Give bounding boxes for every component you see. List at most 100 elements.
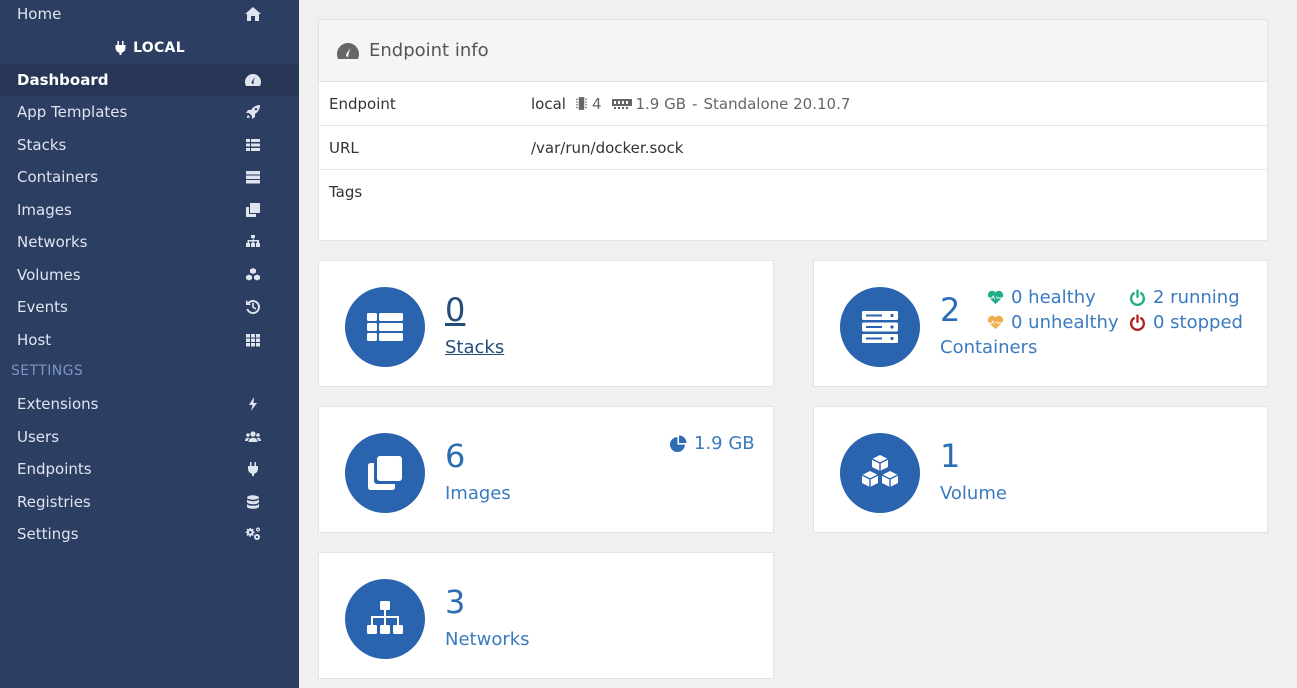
volumes-label: Volume (940, 483, 1007, 504)
networks-card[interactable]: 3 Networks (318, 552, 774, 679)
separator: - (692, 94, 698, 113)
sidebar-item-stacks[interactable]: Stacks (0, 129, 299, 161)
volumes-circle (840, 433, 920, 513)
url-row: URL /var/run/docker.sock (319, 126, 1267, 170)
sidebar-item-label: Images (17, 201, 72, 219)
stopped-text: 0 stopped (1153, 312, 1243, 333)
unhealthy-text: 0 unhealthy (1011, 312, 1119, 333)
images-size: 1.9 GB (694, 433, 755, 454)
microchip-icon (575, 97, 587, 110)
healthy-stat: 0 healthy (987, 287, 1096, 308)
settings-section-header: SETTINGS (11, 363, 84, 379)
power-off-icon (1129, 289, 1146, 306)
sidebar-item-extensions[interactable]: Extensions (0, 388, 299, 420)
power-off-icon (1129, 314, 1146, 331)
history-icon (244, 298, 262, 316)
sidebar-item-home[interactable]: Home (0, 0, 299, 30)
unhealthy-stat: 0 unhealthy (987, 312, 1119, 333)
volumes-count: 1 (940, 437, 961, 475)
sidebar-item-label: Home (17, 5, 62, 23)
cogs-icon (244, 525, 262, 543)
cpu-count: 4 (591, 94, 602, 113)
sitemap-icon (367, 601, 403, 634)
endpoint-name: local (531, 94, 566, 113)
sidebar-item-label: Endpoints (17, 460, 92, 478)
pie-chart-icon (670, 435, 687, 452)
sidebar: Home LOCAL Dashboard App Templates Stack… (0, 0, 299, 688)
sidebar-item-host[interactable]: Host (0, 324, 299, 356)
cubes-icon (861, 455, 899, 487)
th-icon (244, 331, 262, 349)
images-size-stat: 1.9 GB (670, 433, 755, 454)
plug-icon (115, 41, 126, 55)
stopped-stat: 0 stopped (1129, 312, 1243, 333)
sidebar-item-label: Extensions (17, 395, 99, 413)
memory-size: 1.9 GB (635, 94, 687, 113)
sidebar-item-label: Host (17, 331, 52, 349)
images-label: Images (445, 483, 511, 504)
stacks-label[interactable]: Stacks (445, 337, 504, 358)
endpoint-info-title: Endpoint info (369, 40, 489, 61)
stacks-circle (345, 287, 425, 367)
sidebar-item-label: Networks (17, 233, 88, 251)
sidebar-item-label: Users (17, 428, 60, 446)
home-icon (244, 5, 262, 23)
sidebar-item-label: App Templates (17, 103, 128, 121)
cubes-icon (244, 266, 262, 284)
memory-icon (611, 98, 632, 109)
sidebar-item-registries[interactable]: Registries (0, 486, 299, 518)
networks-circle (345, 579, 425, 659)
url-value: /var/run/docker.sock (531, 138, 684, 157)
database-icon (244, 493, 262, 511)
sidebar-item-events[interactable]: Events (0, 291, 299, 323)
images-card[interactable]: 6 Images 1.9 GB (318, 406, 774, 533)
sidebar-item-label: Volumes (17, 266, 81, 284)
server-icon (244, 168, 262, 186)
clone-icon (368, 456, 402, 490)
sidebar-item-label: Events (17, 298, 68, 316)
sitemap-icon (244, 233, 262, 251)
sidebar-item-endpoints[interactable]: Endpoints (0, 453, 299, 485)
endpoint-local-label: LOCAL (133, 40, 185, 56)
endpoint-info-table: Endpoint local 4 1.9 GB - Standalone 20.… (318, 82, 1268, 241)
sidebar-item-dashboard[interactable]: Dashboard (0, 64, 299, 96)
images-circle (345, 433, 425, 513)
sidebar-item-volumes[interactable]: Volumes (0, 259, 299, 291)
sidebar-item-containers[interactable]: Containers (0, 161, 299, 193)
sidebar-item-label: Dashboard (17, 71, 109, 89)
images-count: 6 (445, 437, 466, 475)
networks-label: Networks (445, 629, 530, 650)
sidebar-item-label: Settings (17, 525, 79, 543)
th-list-icon (367, 313, 403, 341)
sidebar-item-images[interactable]: Images (0, 194, 299, 226)
heartbeat-icon (987, 290, 1004, 305)
running-stat: 2 running (1129, 287, 1240, 308)
sidebar-item-label: Stacks (17, 136, 67, 154)
engine-mode: Standalone 20.10.7 (703, 94, 851, 113)
containers-card[interactable]: 2 Containers 0 healthy 0 unhealthy 2 run… (813, 260, 1268, 387)
stacks-count[interactable]: 0 (445, 291, 465, 329)
plug-icon (244, 460, 262, 478)
bolt-icon (244, 395, 262, 413)
containers-circle (840, 287, 920, 367)
running-text: 2 running (1153, 287, 1240, 308)
volumes-card[interactable]: 1 Volume (813, 406, 1268, 533)
endpoint-value: local 4 1.9 GB - Standalone 20.10.7 (531, 95, 850, 113)
endpoint-local-header: LOCAL (0, 32, 299, 64)
containers-count: 2 (940, 291, 961, 329)
clone-icon (244, 201, 262, 219)
sidebar-item-app-templates[interactable]: App Templates (0, 96, 299, 128)
sidebar-item-label: Registries (17, 493, 91, 511)
sidebar-item-settings[interactable]: Settings (0, 518, 299, 550)
tachometer-icon (244, 71, 262, 89)
tags-row: Tags (319, 170, 1267, 214)
networks-count: 3 (445, 583, 466, 621)
th-list-icon (244, 136, 262, 154)
stacks-card[interactable]: 0 Stacks (318, 260, 774, 387)
healthy-text: 0 healthy (1011, 287, 1096, 308)
sidebar-item-users[interactable]: Users (0, 421, 299, 453)
endpoint-key: Endpoint (329, 94, 396, 113)
sidebar-item-networks[interactable]: Networks (0, 226, 299, 258)
sidebar-item-label: Containers (17, 168, 99, 186)
containers-label: Containers (940, 337, 1038, 358)
